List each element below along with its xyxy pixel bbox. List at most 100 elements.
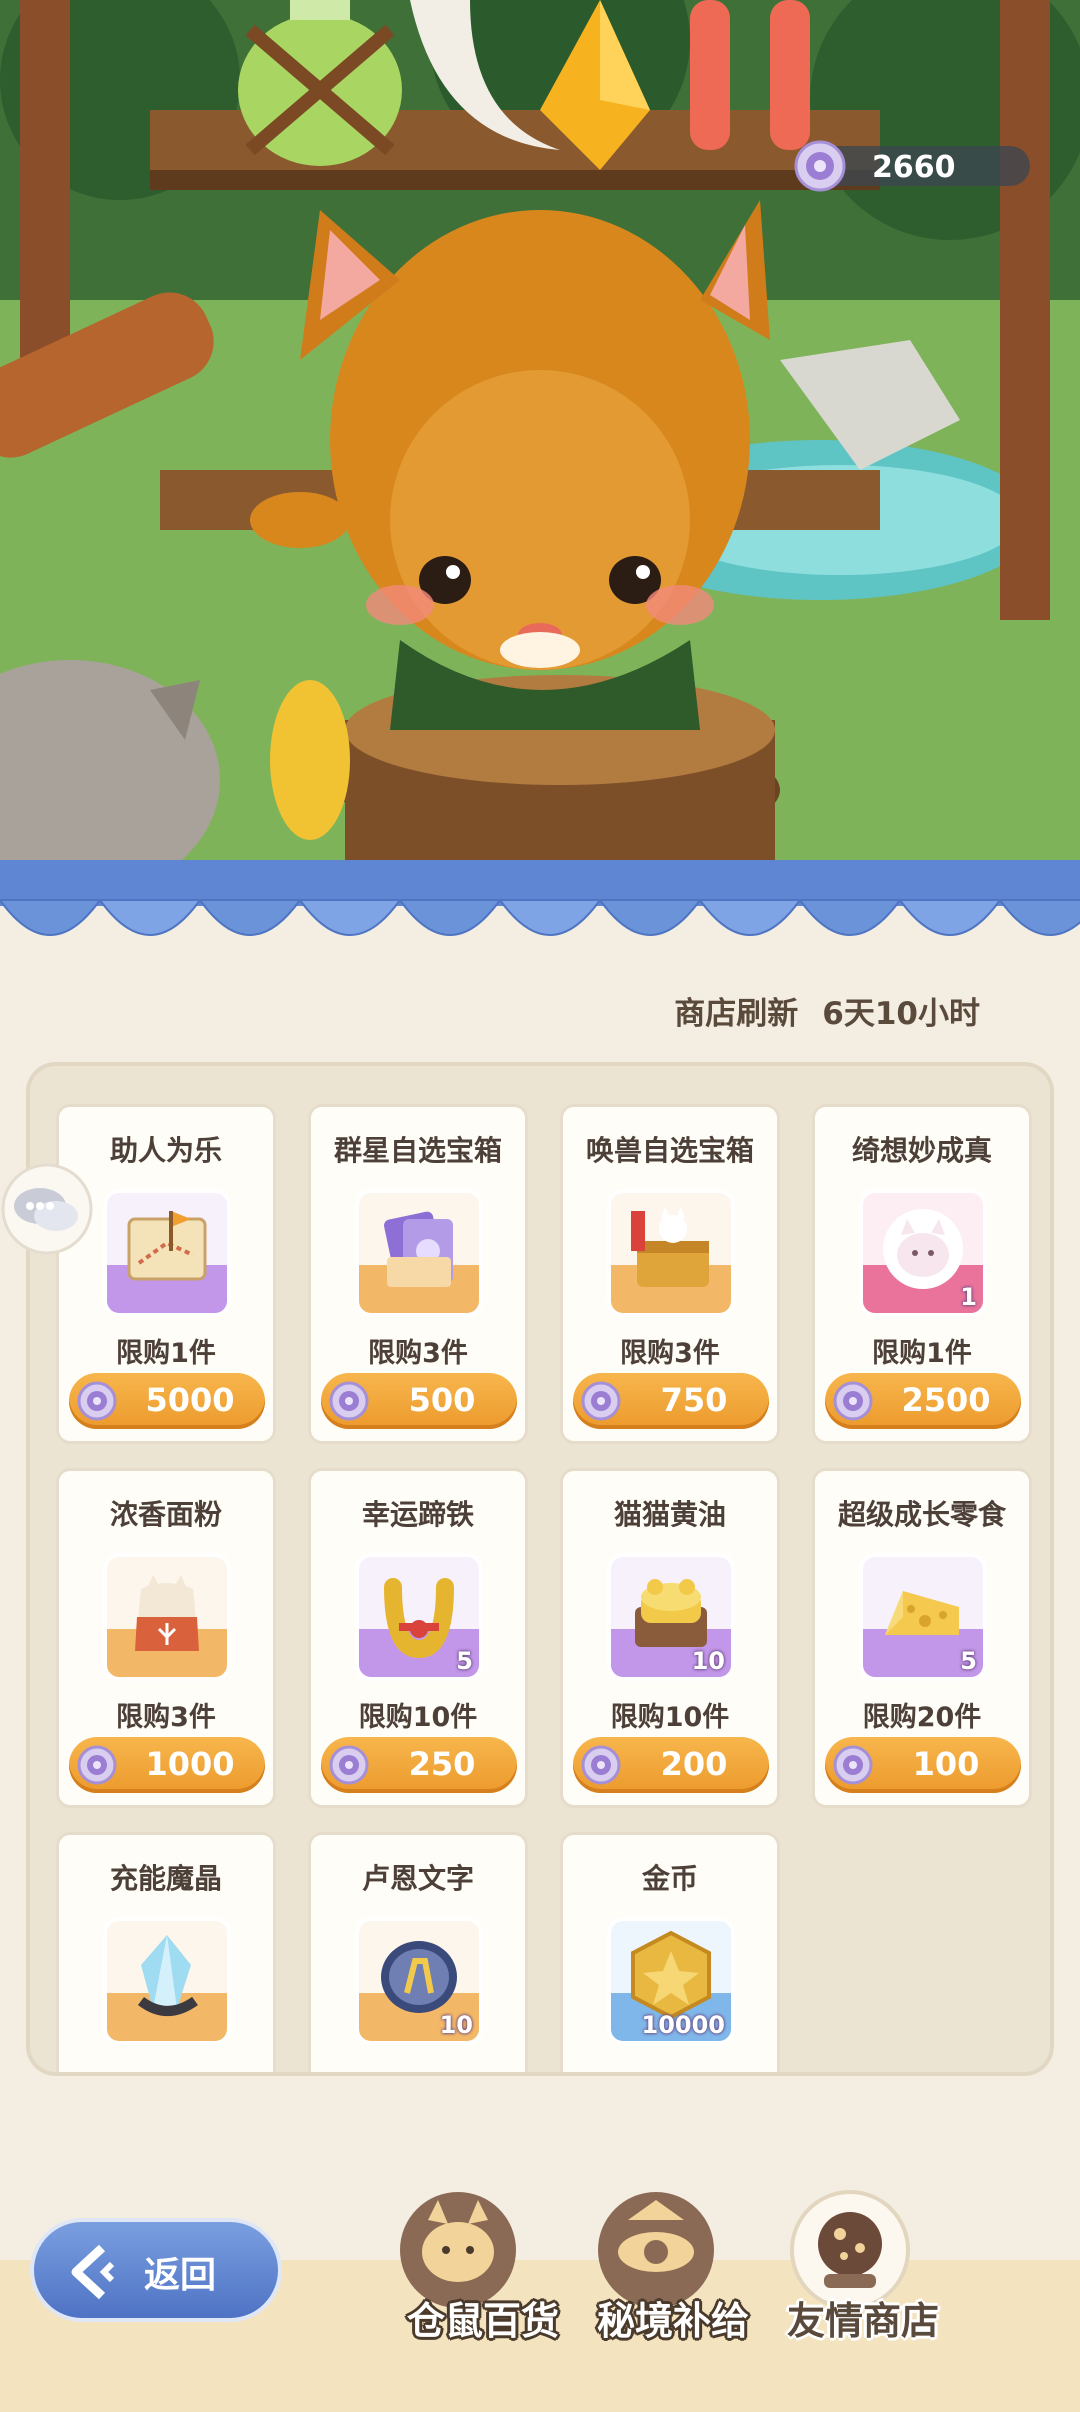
awning-scallop xyxy=(998,899,1080,936)
shop-item-card[interactable]: 卢恩文字 10 xyxy=(308,1832,528,2072)
star-cards-icon xyxy=(384,1211,453,1287)
item-name: 超级成长零食 xyxy=(837,1498,1006,1531)
item-image-frame: 10 xyxy=(355,1917,483,2045)
purchase-limit: 限购20件 xyxy=(862,1702,982,1733)
item-name: 充能魔晶 xyxy=(109,1862,222,1895)
awning-scallop xyxy=(98,899,202,936)
spirit-coin-icon xyxy=(581,1745,621,1785)
tab-friendship-shop-label: 友情商店 xyxy=(786,2299,939,2343)
item-image-frame: 1 xyxy=(859,1189,987,1317)
shop-item-card[interactable]: 幸运蹄铁 5 限购10件 250 xyxy=(308,1468,528,1808)
awning-scallop xyxy=(298,899,402,936)
scene-illustration xyxy=(0,0,1080,870)
shop-refresh-timer: 商店刷新 6天10小时 xyxy=(674,988,980,1033)
buy-button[interactable]: 250 xyxy=(321,1737,517,1793)
purchase-limit: 限购3件 xyxy=(368,1338,468,1369)
buy-button[interactable]: 5000 xyxy=(69,1373,265,1429)
spirit-coin-icon xyxy=(329,1381,369,1421)
spirit-coin-icon xyxy=(833,1381,873,1421)
item-price: 500 xyxy=(408,1381,476,1419)
item-image-frame xyxy=(103,1553,231,1681)
item-image-frame xyxy=(103,1189,231,1317)
item-quantity-badge: 10000 xyxy=(641,2011,726,2039)
flour-bag-icon xyxy=(135,1575,199,1651)
spirit-coin-icon xyxy=(77,1381,117,1421)
purchase-limit: 限购1件 xyxy=(116,1338,216,1369)
awning-scallop xyxy=(798,899,902,936)
shop-item-card[interactable]: 绮想妙成真 1 限购1件 2500 xyxy=(812,1104,1032,1444)
beast-chest-icon xyxy=(631,1207,709,1287)
tab-secret-supply-label: 秘境补给 xyxy=(596,2299,749,2343)
item-image-frame xyxy=(607,1189,735,1317)
shop-awning xyxy=(0,860,1080,936)
item-name: 浓香面粉 xyxy=(109,1498,222,1531)
buy-button[interactable]: 750 xyxy=(573,1373,769,1429)
awning-scallop xyxy=(498,899,602,936)
item-price: 5000 xyxy=(145,1381,235,1419)
buy-button[interactable]: 200 xyxy=(573,1737,769,1793)
awning-scallop xyxy=(0,899,102,936)
buy-button[interactable]: 500 xyxy=(321,1373,517,1429)
spirit-coin-icon xyxy=(833,1745,873,1785)
spirit-coin-icon xyxy=(329,1745,369,1785)
item-name: 绮想妙成真 xyxy=(851,1134,992,1167)
back-button-label: 返回 xyxy=(144,2255,217,2296)
shop-item-card[interactable]: 浓香面粉限购3件 1000 xyxy=(56,1468,276,1808)
buy-button[interactable]: 100 xyxy=(825,1737,1021,1793)
purchase-limit: 限购1件 xyxy=(872,1338,972,1369)
item-price: 200 xyxy=(660,1745,728,1783)
refresh-label: 商店刷新 xyxy=(674,996,799,1032)
shop-item-card[interactable]: 唤兽自选宝箱 限购3件 750 xyxy=(560,1104,780,1444)
item-quantity-badge: 5 xyxy=(456,1647,473,1675)
item-name: 群星自选宝箱 xyxy=(333,1134,502,1167)
currency-display: 2660 xyxy=(794,140,1030,192)
item-name: 卢恩文字 xyxy=(361,1862,474,1895)
item-price: 100 xyxy=(912,1745,980,1783)
awning-scallop xyxy=(398,899,502,936)
buy-button[interactable]: 2500 xyxy=(825,1373,1021,1429)
item-name: 金币 xyxy=(641,1862,698,1895)
item-quantity-badge: 5 xyxy=(960,1647,977,1675)
buy-button[interactable]: 1000 xyxy=(69,1737,265,1793)
item-price: 1000 xyxy=(145,1745,235,1783)
item-image-frame: 10 xyxy=(607,1553,735,1681)
item-quantity-badge: 10 xyxy=(691,1647,725,1675)
treasure-map-icon xyxy=(127,1211,207,1281)
back-arrow-icon xyxy=(71,2244,115,2300)
awning-scallop xyxy=(598,899,702,936)
chat-icon[interactable] xyxy=(0,1162,94,1256)
tab-hamster-store-label: 仓鼠百货 xyxy=(406,2299,559,2343)
tab-secret-supply[interactable]: 秘境补给 xyxy=(578,2190,768,2400)
purchase-limit: 限购10件 xyxy=(610,1702,730,1733)
item-price: 250 xyxy=(408,1745,476,1783)
item-name: 唤兽自选宝箱 xyxy=(585,1134,754,1167)
item-image-frame xyxy=(355,1189,483,1317)
purchase-limit: 限购3件 xyxy=(620,1338,720,1369)
shop-item-card[interactable]: 猫猫黄油 10 限购10件 200 xyxy=(560,1468,780,1808)
shopkeeper-scene: 2660 xyxy=(0,0,1080,870)
item-name: 猫猫黄油 xyxy=(613,1498,726,1531)
currency-amount: 2660 xyxy=(872,150,956,185)
shop-item-card[interactable]: 金币 10000 xyxy=(560,1832,780,2072)
item-image-frame: 5 xyxy=(355,1553,483,1681)
awning-scallop xyxy=(898,899,1002,936)
spirit-coin-icon xyxy=(77,1745,117,1785)
purchase-limit: 限购3件 xyxy=(116,1702,216,1733)
shop-item-card[interactable]: 超级成长零食 5 限购20件 100 xyxy=(812,1468,1032,1808)
shop-item-grid: 助人为乐 限购1件 5000 群星自选宝箱 限购3件 500 唤兽自选宝箱 限购3件 750 绮想… xyxy=(26,1062,1054,2076)
tab-friendship-shop[interactable]: 友情商店 xyxy=(768,2190,958,2400)
shop-item-card[interactable]: 群星自选宝箱 限购3件 500 xyxy=(308,1104,528,1444)
magic-crystal-icon xyxy=(137,1935,198,2016)
spirit-coin-icon xyxy=(794,140,846,192)
item-price: 750 xyxy=(660,1381,728,1419)
shop-item-card[interactable]: 充能魔晶 xyxy=(56,1832,276,2072)
item-price: 2500 xyxy=(901,1381,991,1419)
spirit-coin-icon xyxy=(581,1381,621,1421)
item-quantity-badge: 1 xyxy=(960,1283,977,1311)
refresh-countdown: 6天10小时 xyxy=(822,996,980,1032)
shop-item-card[interactable]: 助人为乐 限购1件 5000 xyxy=(56,1104,276,1444)
purchase-limit: 限购10件 xyxy=(358,1702,478,1733)
item-image-frame: 10000 xyxy=(607,1917,735,2045)
tab-hamster-store[interactable]: 仓鼠百货 xyxy=(388,2190,578,2400)
back-button[interactable]: 返回 xyxy=(30,2218,282,2322)
